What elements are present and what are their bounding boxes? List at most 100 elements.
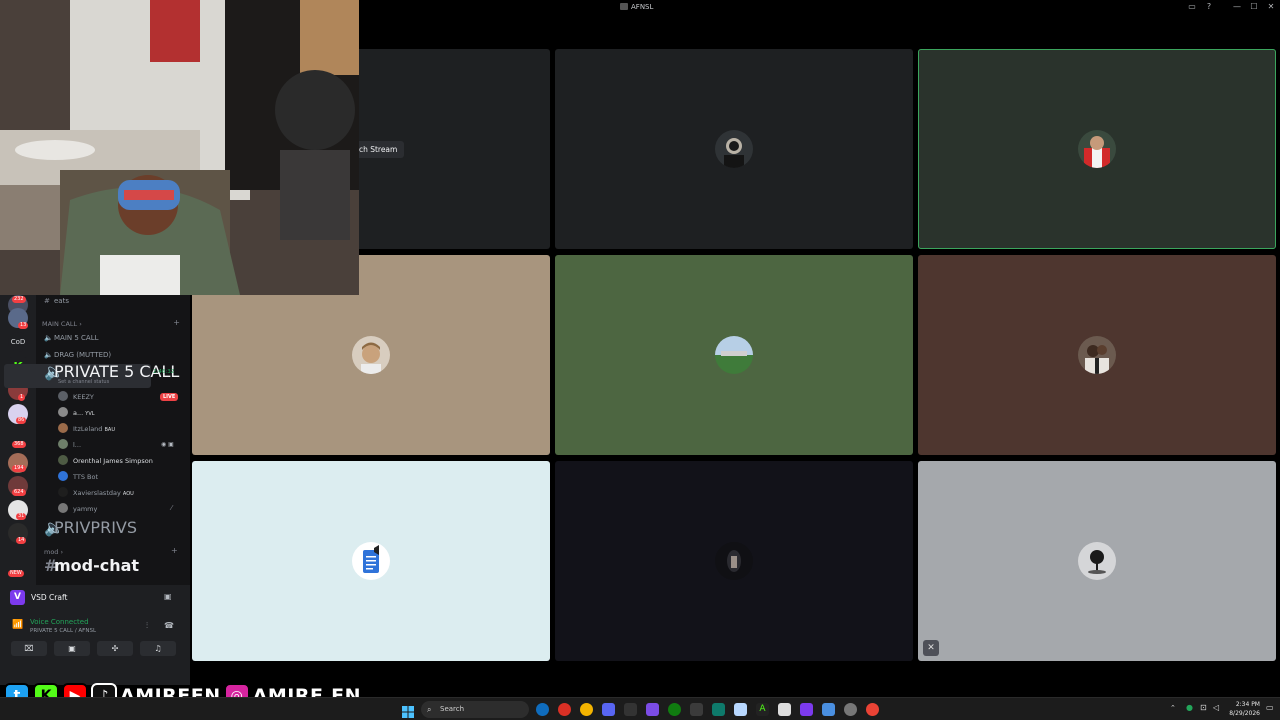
- network-icon[interactable]: ⊡: [1200, 703, 1207, 712]
- server-new-badge: NEW: [8, 570, 24, 577]
- server-cod[interactable]: CoD: [8, 332, 28, 352]
- discord-icon[interactable]: [602, 703, 615, 716]
- participant-avatar: [352, 336, 390, 374]
- muted-mic-icon: ✕: [923, 640, 939, 656]
- voice-connected-channel[interactable]: PRIVATE 5 CALL / AFNSL: [30, 628, 96, 634]
- user-tag: BAU: [104, 427, 116, 433]
- app-icon[interactable]: [646, 703, 659, 716]
- channel-label: eats: [54, 297, 69, 305]
- notifications-icon[interactable]: ▭: [1266, 703, 1274, 712]
- participant-tile-speaking[interactable]: [918, 49, 1276, 249]
- maximize-icon[interactable]: ☐: [1248, 2, 1260, 11]
- voice-connected-status[interactable]: Voice Connected: [30, 618, 89, 626]
- participant-tile[interactable]: [918, 461, 1276, 661]
- screen-share-button[interactable]: ▣: [54, 641, 90, 656]
- chrome-icon[interactable]: [558, 703, 571, 716]
- avatar: [58, 455, 68, 465]
- participant-avatar: [1078, 130, 1116, 168]
- chrome-icon[interactable]: [866, 703, 879, 716]
- activities-button[interactable]: ✣: [97, 641, 133, 656]
- xbox-icon[interactable]: [668, 703, 681, 716]
- voice-user[interactable]: ItzLeland BAU: [58, 422, 115, 436]
- voice-user[interactable]: l...: [58, 438, 81, 452]
- clock-date: 8/29/2026: [1229, 710, 1260, 717]
- vsd-settings-icon[interactable]: ▣: [164, 592, 172, 601]
- vsd-icon[interactable]: [800, 703, 813, 716]
- voice-user[interactable]: Xavierslastday AOU: [58, 486, 134, 500]
- disconnect-icon[interactable]: ☎: [164, 621, 174, 630]
- vsd-name: VSD Craft: [31, 593, 68, 602]
- soundboard-button[interactable]: ♫: [140, 641, 176, 656]
- channel-status-hint[interactable]: Set a channel status: [58, 379, 109, 385]
- speaker-icon: 🔈: [44, 351, 53, 359]
- close-icon[interactable]: ✕: [1265, 2, 1277, 11]
- edge-icon[interactable]: [536, 703, 549, 716]
- add-channel-icon[interactable]: +: [171, 546, 1270, 555]
- server-badge: 624: [12, 489, 26, 496]
- participant-tile[interactable]: [192, 461, 550, 661]
- vsd-logo-icon: V: [10, 590, 25, 605]
- chrome-icon[interactable]: [580, 703, 593, 716]
- channel-eats[interactable]: # eats: [44, 295, 69, 307]
- participant-tile[interactable]: [555, 461, 913, 661]
- app-icon[interactable]: [734, 703, 747, 716]
- vsd-craft-bar[interactable]: V VSD Craft ▣: [6, 588, 184, 608]
- channel-main-5-call[interactable]: 🔈MAIN 5 CALL: [44, 332, 99, 344]
- avatar: [58, 487, 68, 497]
- speaker-icon: 🔈: [44, 334, 53, 342]
- minimize-icon[interactable]: —: [1231, 2, 1243, 11]
- app-icon[interactable]: A: [756, 703, 769, 716]
- app-icon[interactable]: [690, 703, 703, 716]
- camera-button[interactable]: ⌧: [11, 641, 47, 656]
- avatar: [58, 471, 68, 481]
- settings-icon[interactable]: [844, 703, 857, 716]
- user-name: yammy: [73, 505, 98, 513]
- participant-tile[interactable]: [555, 255, 913, 455]
- muted-icon: ⁄: [171, 504, 173, 512]
- windows-start-icon[interactable]: [402, 703, 414, 718]
- avatar: [58, 391, 68, 401]
- tray-overflow-icon[interactable]: ⌃: [1170, 704, 1176, 712]
- channel-drag-muted[interactable]: 🔈DRAG (MUTTED): [44, 349, 111, 361]
- chevron-icon: ›: [60, 548, 64, 556]
- taskbar-search[interactable]: ⌕ Search: [421, 701, 529, 718]
- server-badge: 232: [12, 296, 26, 303]
- user-tag: YVL: [85, 411, 95, 417]
- speaker-icon: 🔈: [44, 362, 64, 381]
- noise-suppression-icon[interactable]: ⫶: [146, 621, 148, 631]
- app-icon[interactable]: [778, 703, 791, 716]
- photos-icon[interactable]: [822, 703, 835, 716]
- help-icon[interactable]: ?: [1203, 2, 1215, 11]
- server-badge: 86: [16, 417, 27, 424]
- calculator-icon[interactable]: [624, 703, 637, 716]
- avatar: [58, 503, 68, 513]
- participant-tile[interactable]: [918, 255, 1276, 455]
- app-icon[interactable]: [712, 703, 725, 716]
- participant-tile[interactable]: [555, 49, 913, 249]
- watch-stream-button[interactable]: tch Stream: [352, 141, 405, 158]
- watch-stream-label: tch Stream: [356, 145, 398, 154]
- clock[interactable]: 2:34 PM 8/29/2026: [1226, 700, 1260, 718]
- user-name: a...: [73, 409, 84, 417]
- server-badge: 14: [16, 537, 27, 544]
- mic-icon[interactable]: ●: [1186, 703, 1193, 712]
- voice-user[interactable]: Orenthal James Simpson: [58, 454, 153, 468]
- category-main-call[interactable]: MAIN CALL ›: [42, 320, 82, 328]
- add-channel-icon[interactable]: +: [173, 318, 180, 327]
- volume-icon[interactable]: ◁: [1213, 703, 1219, 712]
- voice-user[interactable]: KEEZY: [58, 390, 94, 404]
- category-mod[interactable]: mod ›: [44, 548, 63, 556]
- server-rail: 232 13 CoD K 1 86 368 194 624 31 14 NEW: [0, 295, 36, 585]
- search-placeholder: Search: [440, 705, 465, 713]
- voice-user[interactable]: TTS Bot: [58, 470, 98, 484]
- inbox-icon[interactable]: ▭: [1186, 2, 1198, 11]
- server-badge: 13: [18, 322, 29, 329]
- voice-user[interactable]: yammy: [58, 502, 97, 516]
- channel-mod-chat[interactable]: #mod-chat: [44, 558, 139, 574]
- voice-user[interactable]: a... YVL: [58, 406, 95, 420]
- participant-avatar: [715, 130, 753, 168]
- avatar: [58, 423, 68, 433]
- channel-privprivs[interactable]: 🔈PRIVPRIVS: [44, 520, 137, 536]
- user-name: TTS Bot: [73, 473, 99, 481]
- avatar: [58, 439, 68, 449]
